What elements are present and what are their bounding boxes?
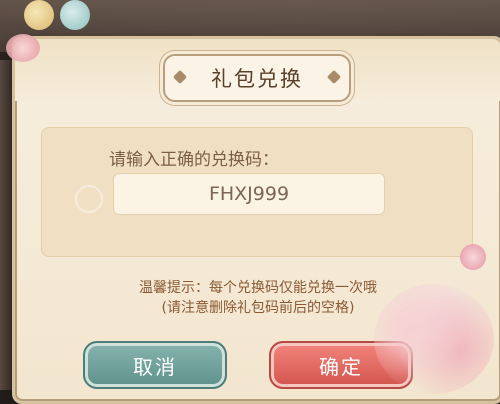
input-label: 请输入正确的兑换码：: [109, 150, 279, 170]
bird-icon: [24, 0, 54, 30]
title-plate: 礼包兑换: [163, 54, 351, 102]
watermark-icon: [75, 185, 103, 213]
redeem-code-input[interactable]: FHXJ999: [113, 173, 385, 215]
flower-icon: [460, 244, 486, 270]
diamond-ornament-icon: [326, 69, 342, 85]
peony-icon: [374, 284, 494, 394]
dialog-title: 礼包兑换: [211, 67, 303, 91]
confirm-button-label: 确定: [319, 354, 363, 379]
cancel-button-label: 取消: [133, 354, 177, 379]
cancel-button[interactable]: 取消: [83, 341, 227, 389]
bird-icon: [60, 0, 90, 30]
diamond-ornament-icon: [172, 69, 188, 85]
flower-icon: [6, 34, 40, 62]
